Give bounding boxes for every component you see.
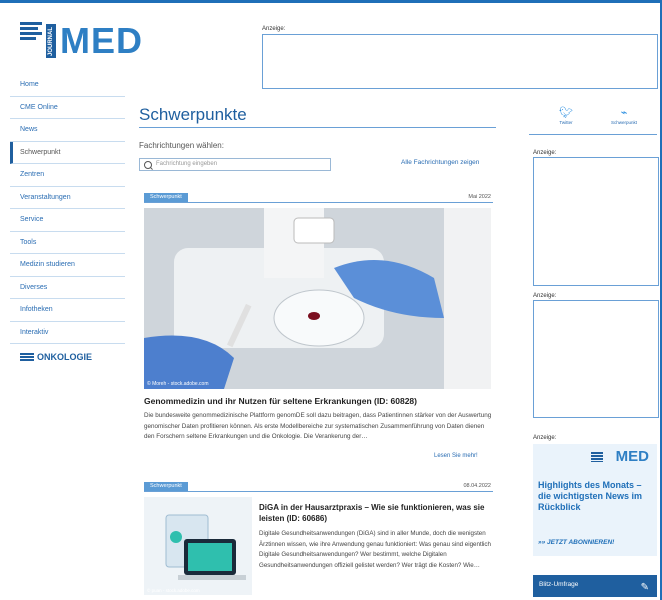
pen-icon: ✎	[640, 582, 649, 593]
quick-poll-header[interactable]: Blitz-Umfrage ✎	[533, 575, 657, 597]
onkologie-logo-icon	[20, 353, 34, 361]
side-ad-slot-2[interactable]	[533, 300, 659, 418]
article-meta-bar: Schwerpunkt Mai 2022	[144, 193, 493, 203]
side-ad-label-1: Anzeige:	[533, 150, 557, 156]
side-ad-label-2: Anzeige:	[533, 293, 557, 299]
image-credit: © puan - stock.adobe.com	[147, 588, 200, 593]
category-badge[interactable]: Schwerpunkt	[144, 193, 188, 202]
nav-item-zentren[interactable]: Zentren	[10, 164, 125, 187]
rss-link[interactable]: ⌁ Schwerpunkt	[599, 106, 649, 125]
twitter-link[interactable]: 🐦︎ Twitter	[541, 106, 591, 125]
article-date: 08.04.2022	[463, 483, 491, 489]
nav-item-schwerpunkt[interactable]: Schwerpunkt	[10, 141, 125, 164]
nav-item-diverses[interactable]: Diverses	[10, 277, 125, 299]
banner-headline: Highlights des Monats – die wichtigsten …	[538, 480, 643, 512]
article-teaser: Digitale Gesundheitsanwendungen (DiGA) s…	[259, 530, 491, 569]
nav-item-cme-online[interactable]: CME Online	[10, 97, 125, 119]
onkologie-logo[interactable]: ONKOLOGIE	[10, 352, 125, 362]
banner-logo-icon	[591, 452, 603, 462]
newsletter-banner[interactable]: MED Highlights des Monats – die wichtigs…	[533, 444, 657, 556]
logo-med-text: MED	[60, 20, 143, 61]
rss-icon: ⌁	[620, 107, 628, 119]
article-thumbnail[interactable]: © puan - stock.adobe.com	[144, 497, 252, 595]
article-title[interactable]: DiGA in der Hausarztpraxis – Wie sie fun…	[259, 502, 494, 524]
sidebar-nav: Home CME Online News Schwerpunkt Zentren…	[10, 74, 125, 362]
specialty-search-input[interactable]: Fachrichtung eingeben	[139, 158, 331, 171]
side-ad-slot-1[interactable]	[533, 157, 659, 286]
nav-item-veranstaltungen[interactable]: Veranstaltungen	[10, 187, 125, 209]
article-teaser: Die bundesweite genommedizinische Plattf…	[144, 412, 492, 440]
all-specialties-link[interactable]: Alle Fachrichtungen zeigen	[401, 159, 479, 166]
banner-logo-text: MED	[615, 448, 649, 465]
search-icon	[144, 161, 152, 169]
nav-item-news[interactable]: News	[10, 119, 125, 142]
nav-item-infotheken[interactable]: Infotheken	[10, 299, 125, 322]
nav-item-tools[interactable]: Tools	[10, 232, 125, 254]
article-date: Mai 2022	[468, 194, 491, 200]
filter-label: Fachrichtungen wählen:	[139, 141, 224, 150]
article-title[interactable]: Genommedizin und ihr Nutzen für seltene …	[144, 396, 417, 406]
twitter-label: Twitter	[559, 120, 573, 125]
page-title: Schwerpunkte	[139, 105, 247, 124]
nav-item-service[interactable]: Service	[10, 209, 125, 232]
logo-bars-icon	[20, 22, 42, 42]
top-border	[0, 0, 662, 3]
header-ad-label: Anzeige:	[262, 26, 286, 32]
article-hero-image[interactable]: © Moreh - stock.adobe.com	[144, 208, 491, 389]
search-placeholder: Fachrichtung eingeben	[156, 161, 218, 167]
rss-label: Schwerpunkt	[610, 120, 637, 125]
title-divider	[139, 127, 496, 128]
twitter-icon: 🐦︎	[559, 107, 573, 119]
read-more-link[interactable]: Lesen Sie mehr!	[434, 453, 478, 459]
lab-photo-illustration	[144, 208, 491, 389]
poll-label: Blitz-Umfrage	[539, 581, 579, 588]
subscribe-link[interactable]: »» JETZT ABONNIEREN!	[538, 539, 614, 546]
image-credit: © Moreh - stock.adobe.com	[147, 381, 209, 387]
laptop-illustration	[144, 497, 252, 595]
nav-item-interaktiv[interactable]: Interaktiv	[10, 322, 125, 344]
category-badge[interactable]: Schwerpunkt	[144, 482, 188, 491]
side-ad-label-3: Anzeige:	[533, 435, 557, 441]
nav-item-medizin-studieren[interactable]: Medizin studieren	[10, 254, 125, 277]
social-links: 🐦︎ Twitter ⌁ Schwerpunkt	[529, 104, 657, 135]
nav-item-home[interactable]: Home	[10, 74, 125, 97]
article-meta-bar: Schwerpunkt 08.04.2022	[144, 482, 493, 492]
onkologie-logo-text: ONKOLOGIE	[37, 352, 93, 362]
header-ad-slot[interactable]	[262, 34, 658, 89]
site-logo[interactable]: JOURNAL MED	[20, 18, 143, 66]
logo-journal-text: JOURNAL	[46, 24, 56, 58]
